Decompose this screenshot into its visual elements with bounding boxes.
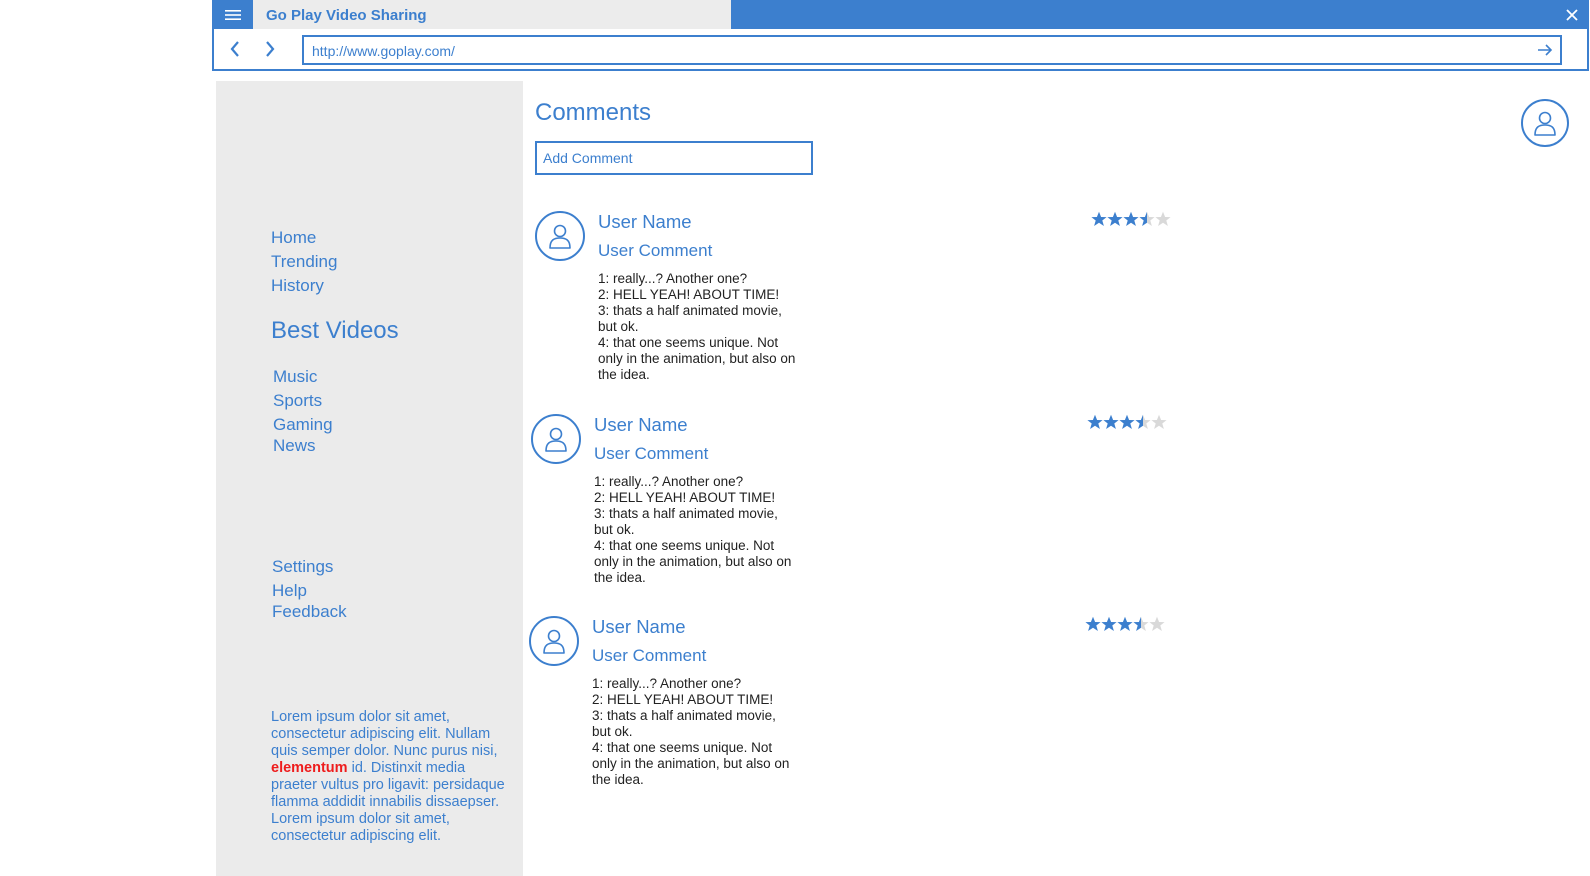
comment-line: 1: really...? Another one?	[598, 271, 748, 286]
url-field[interactable]: http://www.goplay.com/	[302, 35, 1562, 65]
user-avatar-icon	[545, 427, 567, 452]
browser-tab[interactable]: Go Play Video Sharing	[253, 0, 731, 29]
comment-line: 3: thats a half animated movie, but ok.	[592, 708, 776, 739]
star-icon	[1135, 414, 1151, 429]
comment-item: User Name User Comment 1: really...? Ano…	[535, 211, 1195, 401]
highlighted-word: elementum	[271, 760, 348, 776]
comment-item: User Name User Comment 1: really...? Ano…	[531, 414, 1191, 604]
comment-avatar[interactable]	[531, 414, 581, 464]
star-icon	[1133, 616, 1149, 631]
go-arrow-icon	[1538, 44, 1553, 56]
comment-line: 2: HELL YEAH! ABOUT TIME!	[598, 287, 780, 302]
user-avatar-icon	[543, 629, 565, 654]
lorem-text-start: Lorem ipsum dolor sit amet, consectetur …	[271, 709, 498, 759]
star-rating[interactable]	[1087, 414, 1167, 436]
sidebar: Home Trending History Best Videos Music …	[216, 81, 523, 876]
comment-body: 1: really...? Another one? 2: HELL YEAH! …	[592, 676, 797, 788]
tab-title: Go Play Video Sharing	[266, 7, 427, 24]
comment-item: User Name User Comment 1: really...? Ano…	[529, 616, 1189, 806]
comment-line: 3: thats a half animated movie, but ok.	[598, 303, 782, 334]
address-bar: http://www.goplay.com/	[212, 29, 1589, 71]
star-rating[interactable]	[1085, 616, 1165, 638]
sidebar-item-trending[interactable]: Trending	[271, 252, 337, 272]
star-icon	[1155, 211, 1171, 226]
comment-user-comment: User Comment	[598, 241, 713, 260]
comment-avatar[interactable]	[529, 616, 579, 666]
close-icon	[1566, 9, 1578, 21]
sidebar-item-history[interactable]: History	[271, 276, 324, 296]
close-button[interactable]	[1561, 4, 1583, 26]
comment-user-name[interactable]: User Name	[592, 616, 686, 638]
sidebar-item-news[interactable]: News	[273, 436, 316, 456]
account-avatar[interactable]	[1521, 99, 1569, 147]
star-icon	[1091, 211, 1107, 226]
sidebar-item-feedback[interactable]: Feedback	[272, 602, 347, 622]
star-icon	[1101, 616, 1117, 631]
forward-button[interactable]	[259, 38, 281, 60]
sidebar-item-gaming[interactable]: Gaming	[273, 415, 333, 435]
sidebar-item-sports[interactable]: Sports	[273, 391, 322, 411]
title-bar: Go Play Video Sharing	[212, 0, 1589, 29]
comment-line: 4: that one seems unique. Not only in th…	[594, 538, 792, 585]
star-icon	[1085, 616, 1101, 631]
comment-line: 4: that one seems unique. Not only in th…	[598, 335, 796, 382]
sidebar-item-settings[interactable]: Settings	[272, 557, 333, 577]
sidebar-item-help[interactable]: Help	[272, 581, 307, 601]
star-icon	[1107, 211, 1123, 226]
back-arrow-icon	[230, 41, 239, 57]
star-icon	[1151, 414, 1167, 429]
comment-user-comment: User Comment	[594, 444, 709, 463]
comment-line: 1: really...? Another one?	[594, 474, 744, 489]
sidebar-item-home[interactable]: Home	[271, 228, 316, 248]
comment-line: 3: thats a half animated movie, but ok.	[594, 506, 778, 537]
star-icon	[1149, 616, 1165, 631]
url-text: http://www.goplay.com/	[312, 43, 455, 59]
comment-body: 1: really...? Another one? 2: HELL YEAH! …	[598, 271, 803, 383]
comment-line: 2: HELL YEAH! ABOUT TIME!	[592, 692, 774, 707]
comment-line: 2: HELL YEAH! ABOUT TIME!	[594, 490, 776, 505]
comment-user-name[interactable]: User Name	[594, 414, 688, 436]
comment-avatar[interactable]	[535, 211, 585, 261]
menu-button[interactable]	[212, 0, 253, 29]
comment-user-comment: User Comment	[592, 646, 707, 665]
sidebar-description: Lorem ipsum dolor sit amet, consectetur …	[271, 709, 513, 845]
star-icon	[1119, 414, 1135, 429]
best-videos-heading: Best Videos	[271, 317, 399, 344]
star-icon	[1117, 616, 1133, 631]
sidebar-item-music[interactable]: Music	[273, 367, 317, 387]
add-comment-input[interactable]	[535, 141, 813, 175]
comment-body: 1: really...? Another one? 2: HELL YEAH! …	[594, 474, 799, 586]
comment-line: 1: really...? Another one?	[592, 676, 742, 691]
star-icon	[1123, 211, 1139, 226]
back-button[interactable]	[224, 38, 246, 60]
user-avatar-icon	[549, 224, 571, 249]
comments-heading: Comments	[535, 99, 652, 126]
comment-line: 4: that one seems unique. Not only in th…	[592, 740, 790, 787]
menu-icon	[224, 9, 241, 20]
star-icon	[1103, 414, 1119, 429]
star-icon	[1087, 414, 1103, 429]
comment-user-name[interactable]: User Name	[598, 211, 692, 233]
forward-arrow-icon	[266, 41, 275, 57]
go-button[interactable]	[1534, 39, 1556, 61]
star-icon	[1139, 211, 1155, 226]
user-avatar-icon	[1534, 111, 1556, 136]
star-rating[interactable]	[1091, 211, 1171, 233]
